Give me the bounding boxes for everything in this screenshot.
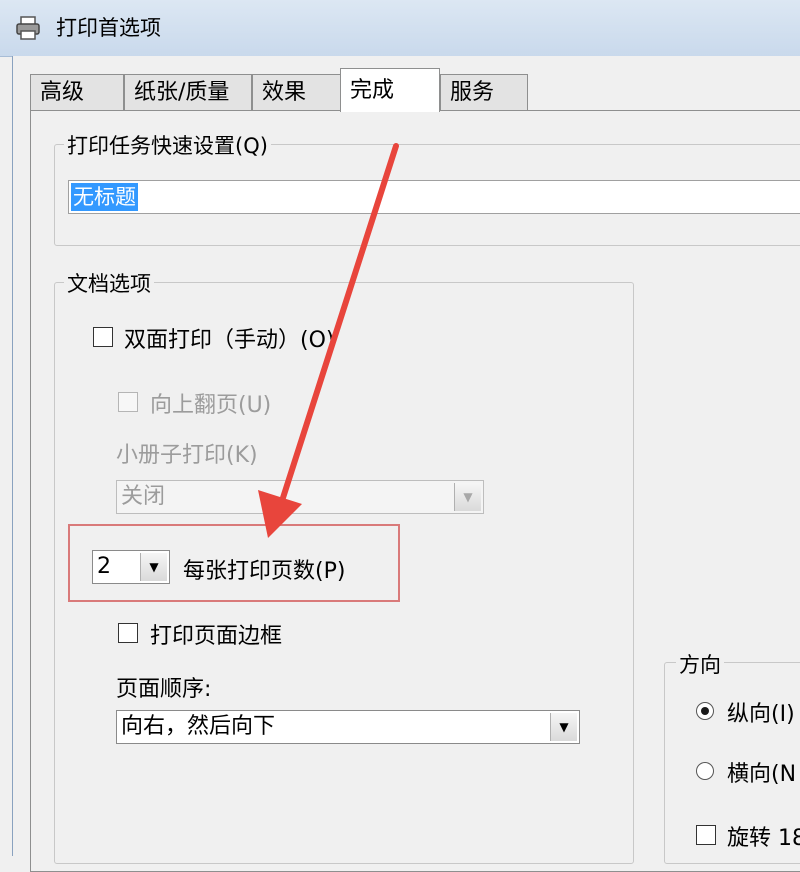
title-bar: 打印首选项 <box>0 0 800 57</box>
tab-services[interactable]: 服务 <box>440 74 528 110</box>
highlight-box <box>68 524 400 602</box>
portrait-radio[interactable] <box>696 702 714 720</box>
page-order-select[interactable]: 向右，然后向下 ▼ <box>116 710 580 744</box>
booklet-select[interactable]: 关闭 ▼ <box>116 480 484 514</box>
landscape-radio[interactable] <box>696 762 714 780</box>
flip-up-checkbox[interactable] <box>118 392 138 412</box>
duplex-label: 双面打印（手动）(O) <box>124 328 335 353</box>
portrait-label: 纵向(I) <box>727 702 795 727</box>
document-options-legend: 文档选项 <box>64 268 154 298</box>
page-order-value: 向右，然后向下 <box>121 714 276 739</box>
quick-settings-legend: 打印任务快速设置(Q) <box>64 130 271 160</box>
page-borders-checkbox[interactable] <box>118 623 138 643</box>
quick-settings-input[interactable]: 无标题 <box>68 180 800 214</box>
tab-finishing[interactable]: 完成 <box>340 68 440 112</box>
quick-settings-value: 无标题 <box>71 183 138 211</box>
chevron-down-icon[interactable]: ▼ <box>454 483 481 511</box>
chevron-down-icon[interactable]: ▼ <box>550 713 577 741</box>
flip-up-label: 向上翻页(U) <box>150 393 272 418</box>
landscape-label: 横向(N <box>727 762 797 787</box>
tab-effects[interactable]: 效果 <box>252 74 342 110</box>
page-borders-label: 打印页面边框 <box>150 624 283 649</box>
duplex-checkbox[interactable] <box>93 327 113 347</box>
window-title: 打印首选项 <box>56 16 161 40</box>
page-order-label: 页面顺序: <box>116 677 212 702</box>
printer-icon <box>16 16 40 40</box>
tab-advanced[interactable]: 高级 <box>30 74 124 110</box>
booklet-select-value: 关闭 <box>121 484 166 509</box>
rotate-label: 旋转 18 <box>727 826 800 851</box>
orientation-legend: 方向 <box>676 649 724 679</box>
booklet-label: 小册子打印(K) <box>116 443 258 468</box>
tab-paper-quality[interactable]: 纸张/质量 <box>124 74 252 110</box>
rotate-checkbox[interactable] <box>696 825 716 845</box>
